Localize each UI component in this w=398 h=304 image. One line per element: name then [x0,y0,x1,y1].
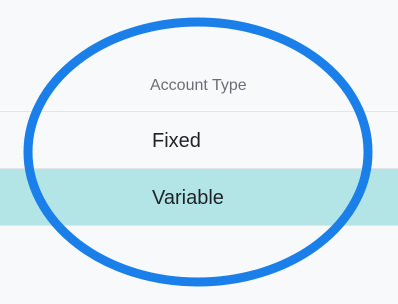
table-row[interactable]: Fixed [0,112,398,168]
cell-account-type: Fixed [152,130,201,152]
column-header-account-type[interactable]: Account Type [150,77,247,95]
table-row-selected[interactable]: Variable [0,169,398,225]
account-type-table: Account Type Fixed Variable [0,0,398,304]
row-divider [0,225,398,226]
cell-account-type: Variable [152,187,224,209]
table-header-row: Account Type [0,55,398,111]
